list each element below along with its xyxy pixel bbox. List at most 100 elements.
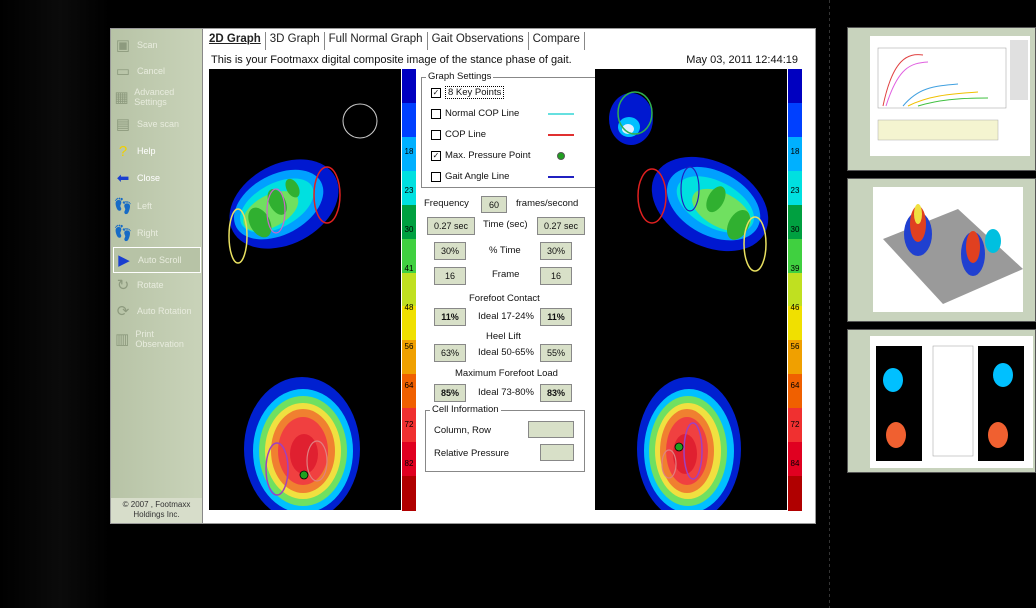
- scale-color-segment: [402, 204, 416, 240]
- right-foot-icon: 👣: [113, 225, 133, 242]
- help-icon: ?: [118, 142, 128, 160]
- toolbar-button-scan[interactable]: ▣ Scan: [113, 33, 199, 57]
- scale-label: 30: [404, 225, 414, 234]
- line-color-swatch: [548, 113, 574, 115]
- scale-label: 64: [790, 381, 800, 390]
- heel-lift-ideal: Ideal 50-65%: [478, 347, 534, 358]
- left-toolbar: ▣ Scan ▭ Cancel ▦ Advanced Settings ▤ Save scan…: [111, 29, 203, 523]
- toolbar-button-save-scan[interactable]: ▤ Save scan: [113, 112, 199, 136]
- relative-pressure-value: [540, 444, 574, 461]
- scale-label: 82: [404, 459, 414, 468]
- toolbar-button-label: Rotate: [137, 280, 164, 290]
- frequency-unit: frames/second: [516, 198, 579, 209]
- left-percent-time: 30%: [434, 242, 466, 260]
- toolbar-button-left[interactable]: 👣 Left: [113, 194, 199, 218]
- max-forefoot-load-title: Maximum Forefoot Load: [455, 368, 558, 379]
- tab-compare[interactable]: Compare: [529, 32, 585, 50]
- toolbar-button-rotate[interactable]: ↻ Rotate: [113, 273, 199, 297]
- toolbar-button-label: Right: [137, 228, 159, 238]
- frequency-label: Frequency: [424, 198, 469, 209]
- scale-label: 18: [790, 147, 800, 156]
- scale-label: 23: [790, 186, 800, 195]
- background-divider: [829, 0, 830, 608]
- toolbar-button-help[interactable]: ? Help: [113, 139, 199, 163]
- right-max-forefoot-load: 83%: [540, 384, 572, 402]
- save-scan-icon: ▤: [115, 116, 131, 133]
- tab-2d-graph[interactable]: 2D Graph: [205, 32, 266, 50]
- checkbox[interactable]: [431, 171, 441, 182]
- auto-rotation-icon: ⟳: [116, 303, 130, 320]
- frequency-value: 60: [481, 196, 507, 213]
- tab-gait-observations[interactable]: Gait Observations: [428, 32, 529, 50]
- toolbar-button-cancel[interactable]: ▭ Cancel: [113, 59, 199, 83]
- scale-label: 72: [404, 420, 414, 429]
- left-pressure-scale: 18 23 30 41 48 56 64 72 82: [402, 69, 416, 511]
- toolbar-button-print-observation[interactable]: ▥ Print Observation: [113, 327, 199, 351]
- toolbar-button-label: Print Observation: [135, 329, 184, 349]
- graph-settings-title: Graph Settings: [426, 71, 494, 82]
- graph-setting-gait-angle-line[interactable]: Gait Angle Line: [422, 166, 602, 187]
- scale-label: 23: [404, 186, 414, 195]
- checkbox[interactable]: [431, 129, 441, 140]
- cell-information-group: Cell Information Column, Row Relative Pr…: [425, 404, 585, 472]
- graph-setting-label: 8 Key Points: [445, 86, 505, 99]
- graph-setting-label: Normal COP Line: [445, 108, 520, 119]
- scale-color-segment: [788, 102, 802, 138]
- right-time-value: 0.27 sec: [537, 217, 585, 235]
- toolbar-button-auto-rotation[interactable]: ⟳ Auto Rotation: [113, 299, 199, 323]
- right-foot-pressure-map[interactable]: [595, 69, 787, 521]
- toolbar-button-right[interactable]: 👣 Right: [113, 221, 199, 245]
- max-forefoot-load-ideal: Ideal 73-80%: [478, 387, 534, 398]
- toolbar-button-advanced-settings[interactable]: ▦ Advanced Settings: [113, 85, 199, 109]
- print-icon: ▥: [115, 331, 130, 348]
- left-foot-pressure-map[interactable]: [209, 69, 401, 521]
- right-forefoot-contact: 11%: [540, 308, 572, 326]
- graph-setting-8-key-points[interactable]: ✓ 8 Key Points: [422, 82, 602, 103]
- scale-color-segment: [788, 476, 802, 511]
- graph-setting-label: COP Line: [445, 129, 487, 140]
- scale-label: 56: [404, 342, 414, 351]
- graph-setting-normal-cop-line[interactable]: Normal COP Line: [422, 103, 602, 124]
- scale-color-segment: [402, 476, 416, 511]
- scale-label: 64: [404, 381, 414, 390]
- left-max-forefoot-load: 85%: [434, 384, 466, 402]
- checkbox[interactable]: ✓: [431, 150, 441, 161]
- column-row-label: Column, Row: [434, 425, 492, 436]
- graph-setting-label: Max. Pressure Point: [445, 150, 531, 161]
- auto-scroll-icon: ▶: [118, 252, 130, 269]
- scale-label: 84: [790, 459, 800, 468]
- copyright-text: © 2007 , Footmaxx Holdings Inc.: [111, 498, 202, 523]
- thumbnail-3d-graph[interactable]: [847, 178, 1036, 322]
- toolbar-button-label: Auto Scroll: [138, 255, 182, 265]
- graph-setting-cop-line[interactable]: COP Line: [422, 124, 602, 145]
- scan-datetime: May 03, 2011 12:44:19: [686, 54, 798, 66]
- checkbox[interactable]: [431, 108, 441, 119]
- right-heel-lift: 55%: [540, 344, 572, 362]
- right-frame: 16: [540, 267, 572, 285]
- cell-information-title: Cell Information: [430, 404, 501, 415]
- thumbnail-full-normal-graph[interactable]: [847, 27, 1036, 171]
- tab-full-normal-graph[interactable]: Full Normal Graph: [325, 32, 428, 50]
- scale-color-segment: [788, 69, 802, 104]
- left-time-value: 0.27 sec: [427, 217, 475, 235]
- toolbar-button-auto-scroll[interactable]: ▶ Auto Scroll: [113, 247, 201, 273]
- toolbar-button-close[interactable]: ⬅ Close: [113, 166, 199, 190]
- checkbox[interactable]: ✓: [431, 87, 441, 98]
- right-pressure-scale: 18 23 30 39 46 56 64 72 84: [788, 69, 802, 511]
- left-forefoot-contact: 11%: [434, 308, 466, 326]
- toolbar-button-label: Scan: [137, 40, 158, 50]
- footmaxx-window: ▣ Scan ▭ Cancel ▦ Advanced Settings ▤ Save scan…: [110, 28, 816, 524]
- line-color-swatch: [557, 152, 565, 160]
- thumbnail-2d-graph[interactable]: [847, 329, 1036, 473]
- left-frame: 16: [434, 267, 466, 285]
- scale-label: 18: [404, 147, 414, 156]
- advanced-settings-icon: ▦: [114, 89, 129, 106]
- scale-color-segment: [788, 204, 802, 240]
- tab-3d-graph[interactable]: 3D Graph: [266, 32, 325, 50]
- toolbar-button-label: Save scan: [137, 119, 180, 129]
- scale-label: 30: [790, 225, 800, 234]
- left-foot-icon: 👣: [113, 198, 133, 215]
- scale-color-segment: [788, 374, 802, 410]
- graph-setting-max-pressure-point[interactable]: ✓ Max. Pressure Point: [422, 145, 602, 166]
- toolbar-button-label: Advanced Settings: [134, 87, 175, 107]
